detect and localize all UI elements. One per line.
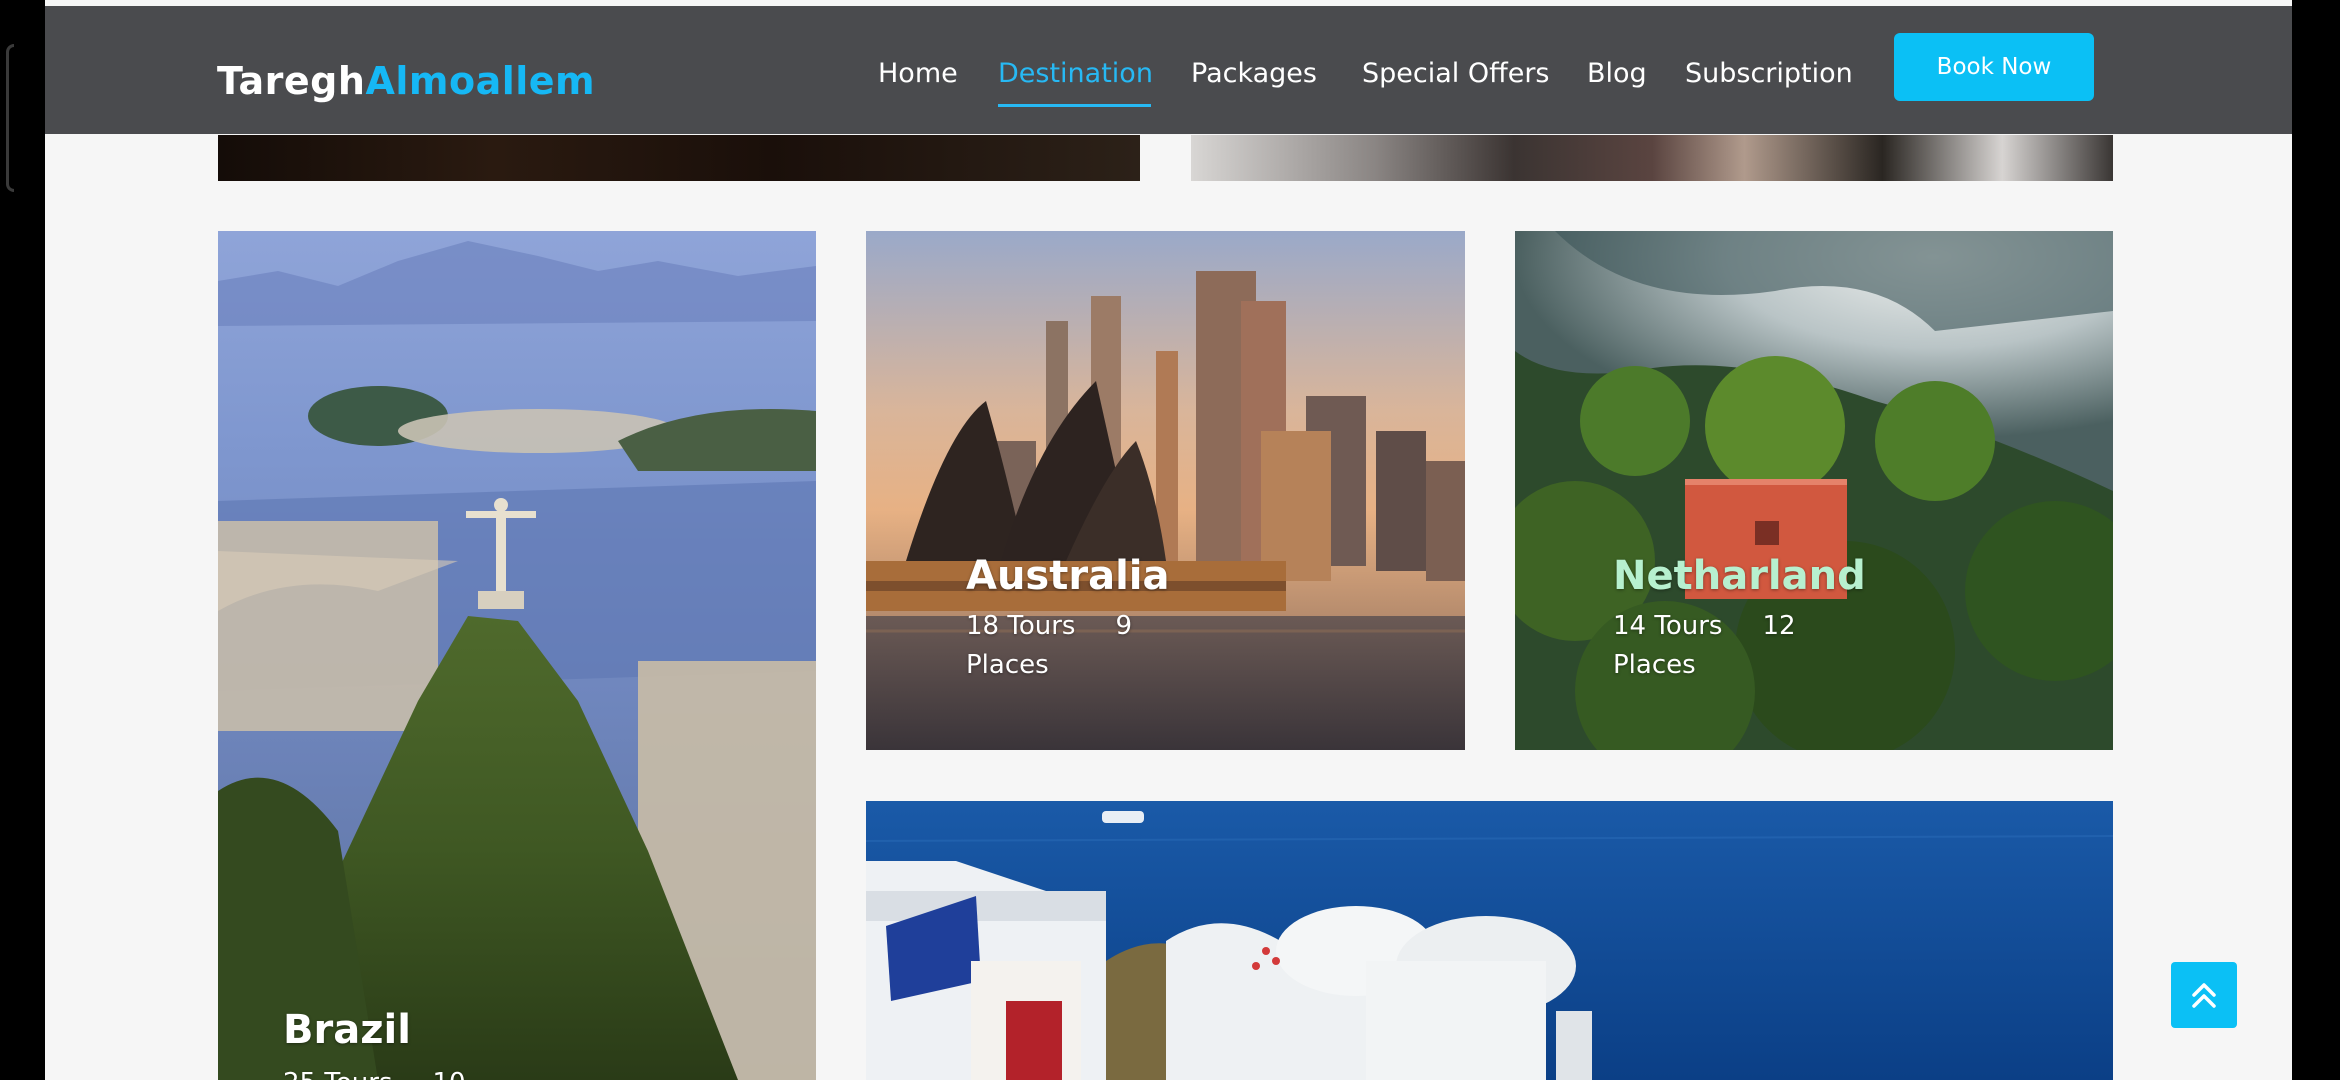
destination-name: Australia [966, 553, 1170, 599]
destination-meta: 18 Tours 9 Places [966, 607, 1132, 685]
double-chevron-up-icon [2192, 983, 2216, 1008]
places-count: 9 [1115, 611, 1132, 641]
navbar: TareghAlmoallem Home Destination Package… [45, 6, 2292, 134]
netharland-photo [1515, 231, 2113, 750]
places-label: Places [966, 650, 1049, 680]
destination-meta: 25 Tours 10 [283, 1064, 466, 1080]
site-logo[interactable]: TareghAlmoallem [217, 56, 595, 106]
nav-special-offers[interactable]: Special Offers [1362, 56, 1550, 92]
nav-active-indicator [998, 104, 1151, 107]
destination-card-partial[interactable] [218, 135, 1140, 181]
tours-count: 25 Tours [283, 1068, 392, 1080]
places-count: 10 [432, 1068, 465, 1080]
nav-packages[interactable]: Packages [1191, 56, 1317, 92]
book-now-button[interactable]: Book Now [1894, 33, 2094, 101]
nav-blog[interactable]: Blog [1587, 56, 1647, 92]
brazil-photo [218, 231, 816, 1080]
nav-subscription[interactable]: Subscription [1685, 56, 1853, 92]
destination-name: Brazil [283, 1007, 411, 1053]
destination-card-netharland[interactable]: Netharland 14 Tours 12 Places [1515, 231, 2113, 750]
logo-text-first: Taregh [217, 59, 366, 103]
destination-name: Netharland [1613, 553, 1866, 599]
places-count: 12 [1762, 611, 1796, 641]
santorini-photo [866, 801, 2113, 1080]
page: TareghAlmoallem Home Destination Package… [45, 0, 2292, 1080]
destination-card-wide[interactable] [866, 801, 2113, 1080]
destination-meta: 14 Tours 12 Places [1613, 607, 1796, 685]
destination-card-australia[interactable]: Australia 18 Tours 9 Places [866, 231, 1465, 750]
destination-card-partial[interactable] [1191, 135, 2113, 181]
nav-home[interactable]: Home [878, 56, 958, 92]
tours-count: 14 Tours [1613, 611, 1723, 641]
device-edge [6, 44, 14, 192]
scroll-to-top-button[interactable] [2171, 962, 2237, 1028]
australia-photo [866, 231, 1465, 750]
destination-card-brazil[interactable]: Brazil 25 Tours 10 [218, 231, 816, 1080]
nav-destination[interactable]: Destination [998, 56, 1153, 92]
logo-text-second: Almoallem [365, 59, 596, 103]
tours-count: 18 Tours [966, 611, 1076, 641]
places-label: Places [1613, 650, 1696, 680]
